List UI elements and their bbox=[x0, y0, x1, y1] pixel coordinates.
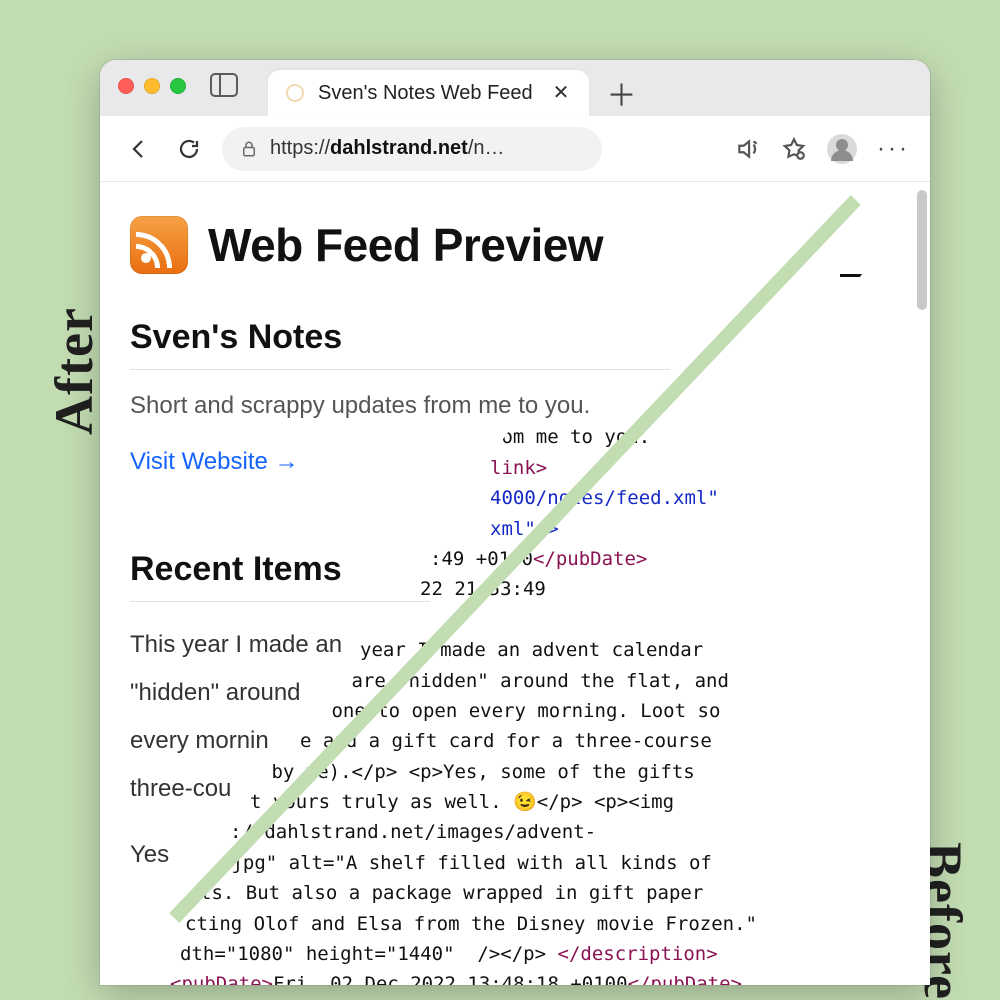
reload-button[interactable] bbox=[172, 132, 206, 166]
zoom-window-button[interactable] bbox=[170, 78, 186, 94]
browser-tab[interactable]: Sven's Notes Web Feed ✕ bbox=[268, 70, 589, 116]
profile-avatar[interactable] bbox=[827, 134, 857, 164]
window-controls bbox=[118, 60, 186, 116]
address-bar[interactable]: https://dahlstrand.net/n… bbox=[222, 127, 602, 171]
toolbar: https://dahlstrand.net/n… ··· bbox=[100, 116, 930, 182]
tab-title: Sven's Notes Web Feed bbox=[318, 82, 533, 105]
titlebar: Sven's Notes Web Feed ✕ ＋ bbox=[100, 60, 930, 116]
diagonal-divider bbox=[169, 195, 861, 923]
new-tab-button[interactable]: ＋ bbox=[599, 72, 643, 116]
read-aloud-icon[interactable] bbox=[735, 136, 761, 162]
label-after: After bbox=[43, 307, 105, 435]
minimize-window-button[interactable] bbox=[144, 78, 160, 94]
favorites-icon[interactable] bbox=[781, 136, 807, 162]
lock-icon bbox=[240, 139, 258, 159]
close-window-button[interactable] bbox=[118, 78, 134, 94]
sidebar-toggle-button[interactable] bbox=[210, 73, 238, 97]
tab-favicon bbox=[286, 84, 304, 102]
browser-window: Sven's Notes Web Feed ✕ ＋ https://dahlst… bbox=[100, 60, 930, 985]
page-viewport: Web Feed Preview Sven's Notes Short and … bbox=[100, 182, 930, 985]
back-button[interactable] bbox=[122, 132, 156, 166]
more-menu-button[interactable]: ··· bbox=[877, 135, 910, 163]
close-tab-button[interactable]: ✕ bbox=[547, 79, 576, 107]
url-text: https://dahlstrand.net/n… bbox=[270, 137, 505, 160]
